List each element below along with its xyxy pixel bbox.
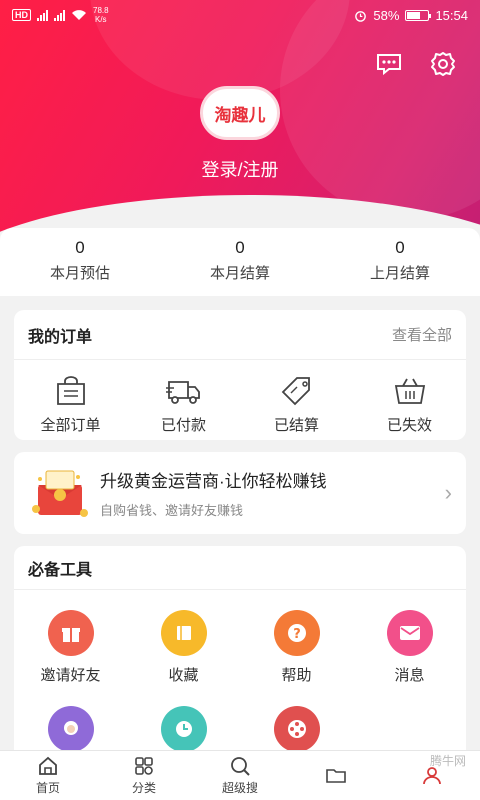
my-orders-card: 我的订单 查看全部 全部订单 已付款 已结算 已失效: [14, 310, 466, 440]
promo-subtitle: 自购省钱、邀请好友赚钱: [100, 503, 244, 518]
battery-icon: [405, 9, 432, 21]
essential-tools-card: 必备工具 邀请好友 收藏 ? 帮助 消息: [14, 546, 466, 766]
tool-label: 帮助: [281, 667, 312, 684]
tool-label: 邀请好友: [40, 667, 101, 684]
watermark: 腾牛网: [429, 754, 466, 768]
tab-home[interactable]: 首页: [0, 751, 96, 800]
view-all-orders-link[interactable]: 查看全部: [392, 324, 452, 345]
stat-label: 上月结算: [369, 265, 430, 282]
clock-icon: [160, 706, 207, 752]
upgrade-promo-banner[interactable]: 升级黄金运营商·让你轻松赚钱 自购省钱、邀请好友赚钱 ›: [14, 452, 466, 534]
clock-time: 15:54: [435, 7, 468, 23]
order-label: 全部订单: [40, 417, 101, 434]
tab-label: 超级搜: [221, 781, 258, 795]
sale-tag-icon: [281, 377, 310, 406]
battery-percent: 58%: [373, 7, 400, 23]
stat-label: 本月预估: [49, 265, 110, 282]
settings-button[interactable]: [428, 50, 458, 78]
order-label: 已失效: [386, 417, 432, 434]
stat-this-month-estimate[interactable]: 0 本月预估: [0, 228, 160, 296]
film-reel-icon: [273, 706, 320, 752]
tab-label: 首页: [35, 781, 60, 795]
tool-help[interactable]: ? 帮助: [240, 610, 353, 706]
gift-icon: [47, 610, 94, 656]
red-envelope-icon: [28, 465, 92, 521]
mail-icon: [386, 610, 433, 656]
hd-badge: HD: [12, 9, 31, 21]
order-label: 已付款: [160, 417, 206, 434]
shopping-bag-icon: [56, 376, 85, 405]
earnings-stats: 0 本月预估 0 本月结算 0 上月结算: [0, 228, 480, 296]
tab-4[interactable]: [288, 751, 384, 800]
stat-last-month-settled[interactable]: 0 上月结算: [320, 228, 480, 296]
signal-icon: [37, 9, 48, 21]
gear-icon: [431, 52, 455, 76]
chevron-right-icon: ›: [444, 480, 452, 505]
stat-value: 0: [75, 238, 85, 257]
order-all[interactable]: 全部订单: [14, 374, 127, 435]
home-icon: [39, 756, 57, 775]
status-bar: HD 78.8 K/s 58% 15:54: [0, 0, 480, 30]
stat-label: 本月结算: [209, 265, 270, 282]
tab-label: 分类: [131, 781, 156, 795]
stat-value: 0: [395, 238, 405, 257]
delivery-truck-icon: [165, 381, 200, 404]
login-register-link[interactable]: 登录/注册: [0, 156, 480, 182]
folder-icon: [326, 768, 346, 783]
svg-text:?: ?: [293, 627, 301, 642]
book-icon: [160, 610, 207, 656]
bottom-tab-bar: 首页 分类 超级搜: [0, 750, 480, 800]
order-expired[interactable]: 已失效: [353, 374, 466, 435]
tools-title: 必备工具: [28, 561, 93, 579]
tool-favorites[interactable]: 收藏: [127, 610, 240, 706]
app-logo: 淘趣儿: [214, 105, 266, 126]
chat-bubble-icon: [377, 54, 401, 76]
category-grid-icon: [135, 757, 153, 775]
tab-super-search[interactable]: 超级搜: [192, 751, 288, 800]
net-speed-value: 78.8: [93, 6, 109, 15]
order-settled[interactable]: 已结算: [240, 374, 353, 435]
avatar-icon: [47, 706, 94, 752]
question-icon: ?: [273, 610, 320, 656]
stat-value: 0: [235, 238, 245, 257]
order-label: 已结算: [273, 417, 319, 434]
search-icon: [231, 757, 250, 776]
tool-messages[interactable]: 消息: [353, 610, 466, 706]
tool-label: 消息: [394, 667, 425, 684]
orders-title: 我的订单: [28, 328, 93, 346]
tab-category[interactable]: 分类: [96, 751, 192, 800]
tool-invite-friends[interactable]: 邀请好友: [14, 610, 127, 706]
wifi-icon: [72, 10, 86, 20]
message-button[interactable]: [374, 50, 404, 78]
basket-icon: [394, 378, 425, 404]
net-speed: 78.8 K/s: [93, 6, 109, 24]
order-paid[interactable]: 已付款: [127, 374, 240, 435]
tool-label: 收藏: [168, 667, 199, 684]
stat-this-month-settled[interactable]: 0 本月结算: [160, 228, 320, 296]
net-speed-unit: K/s: [95, 15, 107, 24]
avatar[interactable]: 淘趣儿: [200, 86, 280, 140]
signal-icon: [54, 9, 65, 21]
alarm-icon: [355, 10, 367, 22]
promo-title: 升级黄金运营商·让你轻松赚钱: [100, 472, 327, 491]
